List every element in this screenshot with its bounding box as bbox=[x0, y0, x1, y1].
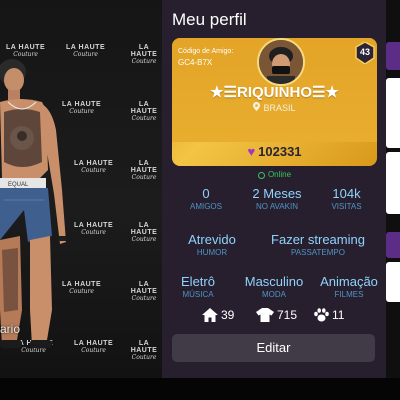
online-status-icon bbox=[257, 172, 265, 179]
pets-value: 11 bbox=[332, 308, 345, 322]
avatar-figure[interactable]: EQUAL bbox=[0, 50, 90, 350]
username: ★☰RIQUINHO☰★ bbox=[210, 84, 339, 101]
side-tab-button[interactable] bbox=[386, 42, 400, 70]
side-card[interactable] bbox=[386, 78, 400, 148]
stat-fashion: Masculino MODA bbox=[238, 274, 310, 299]
bottom-bar bbox=[0, 378, 400, 400]
country: BRASIL bbox=[172, 102, 377, 113]
homes-count[interactable]: 39 bbox=[202, 308, 234, 322]
stat-label: NO AVAKIN bbox=[256, 202, 298, 211]
watermark: LA HAUTECouture bbox=[130, 160, 158, 181]
side-panel-edge bbox=[386, 0, 400, 378]
stat-value: Fazer streaming bbox=[271, 232, 365, 247]
stat-label: MODA bbox=[262, 290, 286, 299]
watermark: LA HAUTECouture bbox=[130, 281, 158, 302]
scene-label: ario bbox=[0, 322, 21, 336]
watermark: LA HAUTECouture bbox=[130, 222, 158, 243]
side-card[interactable] bbox=[386, 152, 400, 214]
friend-code-label: Código de Amigo: bbox=[178, 48, 234, 55]
outfits-value: 715 bbox=[277, 308, 298, 322]
stat-value: 2 Meses bbox=[252, 186, 302, 201]
coins: ♥ 102331 bbox=[172, 144, 377, 159]
stat-movies: Animação FILMES bbox=[314, 274, 384, 299]
stat-value: Eletrô bbox=[181, 274, 215, 289]
watermark: LA HAUTECouture bbox=[130, 44, 158, 65]
pets-count[interactable]: 11 bbox=[314, 308, 344, 322]
stat-label: AMIGOS bbox=[189, 202, 222, 211]
stat-value: Animação bbox=[320, 274, 378, 289]
stat-time: 2 Meses NO AVAKIN bbox=[242, 186, 312, 211]
stat-mood: Atrevido HUMOR bbox=[172, 232, 252, 257]
stat-label: MÚSICA bbox=[182, 290, 214, 299]
page-title: Meu perfil bbox=[172, 10, 247, 29]
location-pin-icon bbox=[253, 102, 261, 111]
stat-value: 0 bbox=[202, 186, 210, 201]
stat-value: 104k bbox=[332, 186, 361, 201]
watermark: LA HAUTECouture bbox=[130, 101, 158, 122]
profile-avatar[interactable] bbox=[257, 38, 305, 86]
level-badge: 43 bbox=[355, 41, 375, 65]
friend-code[interactable]: GC4-B7X bbox=[178, 58, 212, 67]
stat-label: VISITAS bbox=[331, 202, 362, 211]
profile-card: Código de Amigo: GC4-B7X 43 ★☰RIQUINHO☰★… bbox=[172, 38, 377, 166]
level-value: 43 bbox=[359, 47, 370, 57]
stat-label: HUMOR bbox=[196, 248, 228, 257]
side-tab-button[interactable] bbox=[386, 232, 400, 258]
status-label: Online bbox=[267, 170, 292, 179]
stat-music: Eletrô MÚSICA bbox=[168, 274, 228, 299]
stat-friends[interactable]: 0 AMIGOS bbox=[172, 186, 240, 211]
house-icon bbox=[202, 308, 218, 322]
avatar-portrait bbox=[259, 40, 303, 84]
status-online: Online bbox=[172, 170, 377, 179]
homes-value: 39 bbox=[221, 308, 235, 322]
avatar-scene: LA HAUTE Couture LA HAUTE Couture LA HAUTE… bbox=[0, 0, 162, 378]
stat-value: Atrevido bbox=[188, 232, 236, 247]
stat-visits: 104k VISITAS bbox=[314, 186, 379, 211]
country-name: BRASIL bbox=[263, 103, 296, 113]
collection-counts: 39 715 11 bbox=[172, 308, 377, 328]
paw-icon bbox=[314, 308, 329, 322]
stat-value: Masculino bbox=[244, 274, 304, 289]
stat-label: PASSATEMPO bbox=[291, 248, 345, 257]
heart-icon: ♥ bbox=[247, 144, 256, 159]
shirt-text: EQUAL bbox=[8, 182, 29, 188]
shirt-icon bbox=[256, 308, 274, 322]
watermark: LA HAUTECouture bbox=[130, 340, 158, 361]
coins-value: 102331 bbox=[258, 144, 302, 159]
outfits-count[interactable]: 715 bbox=[256, 308, 297, 322]
side-card[interactable] bbox=[386, 262, 400, 302]
stat-label: FILMES bbox=[334, 290, 364, 299]
profile-panel: Meu perfil Código de Amigo: GC4-B7X 43 ★… bbox=[162, 0, 386, 378]
stat-hobby: Fazer streaming PASSATEMPO bbox=[258, 232, 378, 257]
edit-button[interactable]: Editar bbox=[172, 334, 375, 362]
